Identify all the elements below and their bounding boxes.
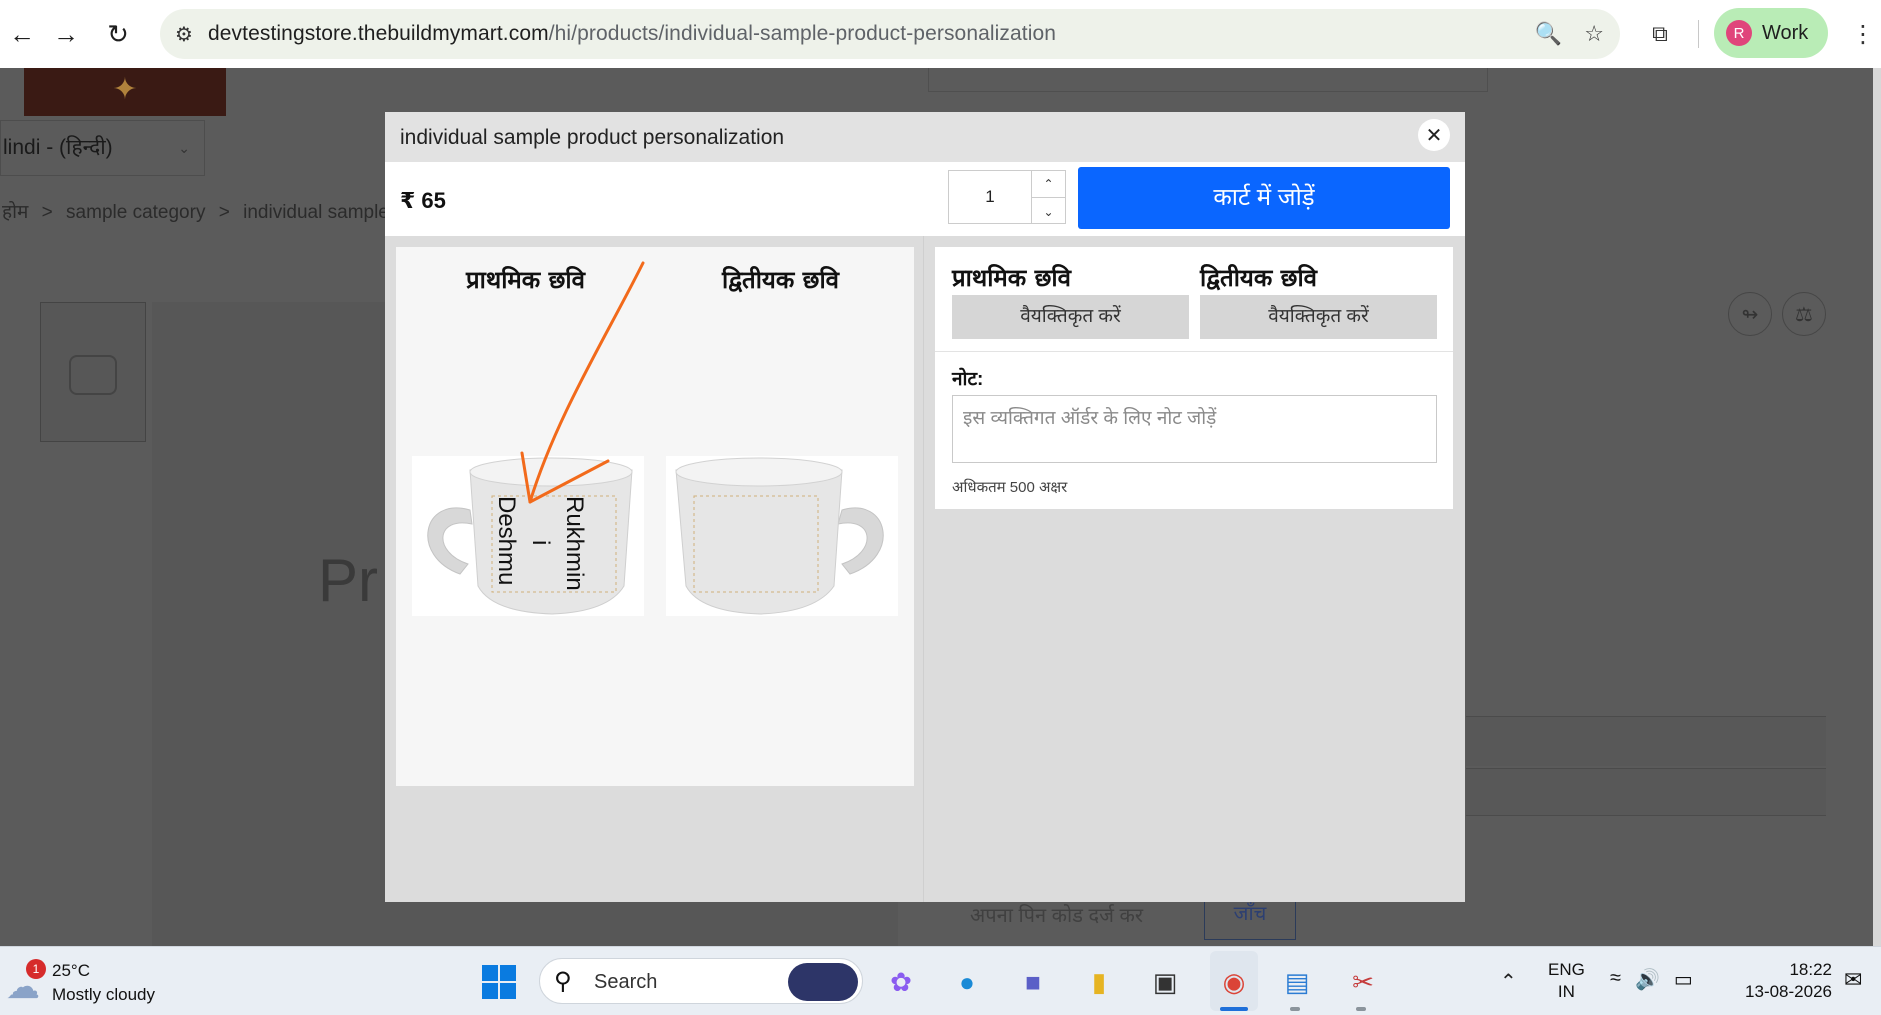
chevron-up-icon[interactable]: ⌃ — [1032, 171, 1065, 198]
breadcrumb-separator: > — [41, 202, 53, 223]
weather-condition: Mostly cloudy — [52, 985, 155, 1004]
chrome-icon[interactable]: ◉ — [1213, 961, 1255, 1003]
background-panel-row — [1466, 768, 1826, 816]
clock-date: 13-08-2026 — [1745, 982, 1832, 1001]
primary-image-heading: प्राथमिक छवि — [952, 264, 1071, 292]
snipping-tool-icon[interactable]: ✂ — [1342, 961, 1384, 1003]
modal-title: individual sample product personalizatio… — [400, 126, 785, 149]
toolbar-divider — [1698, 20, 1699, 48]
notepad-icon[interactable]: ▤ — [1276, 961, 1318, 1003]
share-icon: ↬ — [1728, 292, 1772, 336]
breadcrumb-category: sample category — [66, 202, 206, 223]
background-search-box — [928, 68, 1488, 92]
browser-toolbar: ← → ↻ ⚙ devtestingstore.thebuildmymart.c… — [0, 0, 1881, 68]
preview-pane: प्राथमिक छवि द्वितीयक छवि Rukhmin i Desh… — [396, 247, 914, 786]
personalize-secondary-button[interactable]: वैयक्तिकृत करें — [1200, 295, 1437, 339]
zoom-icon[interactable]: 🔍 — [1535, 21, 1562, 47]
taskbar-search[interactable]: ⚲ Search — [539, 958, 863, 1004]
profile-name: Work — [1762, 21, 1809, 44]
clock-time: 18:22 — [1789, 960, 1832, 979]
chevron-down-icon: ⌄ — [178, 140, 190, 156]
image-placeholder-icon — [69, 355, 117, 395]
form-divider — [935, 351, 1453, 352]
personalization-modal: individual sample product personalizatio… — [385, 112, 1465, 902]
product-thumbnail — [40, 302, 146, 442]
reload-icon[interactable]: ↻ — [96, 12, 140, 56]
url-domain: devtestingstore.thebuildmymart.com — [208, 22, 549, 45]
wifi-icon[interactable]: ≈ — [1610, 967, 1621, 992]
personalization-form: प्राथमिक छवि द्वितीयक छवि वैयक्तिकृत करे… — [935, 247, 1453, 509]
page-scrollbar[interactable] — [1873, 68, 1881, 946]
copilot-icon[interactable]: ✿ — [880, 961, 922, 1003]
store-logo: ✦ — [24, 68, 226, 116]
file-explorer-icon[interactable]: ▮ — [1078, 961, 1120, 1003]
active-indicator — [1220, 1007, 1248, 1011]
personalize-primary-button[interactable]: वैयक्तिकृत करें — [952, 295, 1189, 339]
quantity-stepper[interactable]: ⌃ ⌄ — [1032, 170, 1066, 224]
note-character-limit: अधिकतम 500 अक्षर — [952, 479, 1068, 496]
avatar: R — [1726, 20, 1752, 46]
back-icon[interactable]: ← — [0, 12, 44, 56]
compare-icon: ⚖ — [1782, 292, 1826, 336]
app-cube-icon[interactable]: ▣ — [1144, 961, 1186, 1003]
url-text[interactable]: devtestingstore.thebuildmymart.com/hi/pr… — [208, 22, 1056, 46]
edge-icon[interactable]: ● — [946, 961, 988, 1003]
language-selector-value: lindi - (हिन्दी) — [3, 136, 113, 159]
search-icon: ⚲ — [554, 968, 572, 995]
product-price: ₹ 65 — [400, 188, 446, 213]
close-icon[interactable]: ✕ — [1418, 119, 1450, 151]
notification-badge: 1 — [26, 959, 46, 979]
note-label: नोट: — [952, 369, 984, 390]
language-code: ENG — [1548, 960, 1585, 979]
system-tray[interactable]: ≈ 🔊 ▭ — [1610, 967, 1693, 992]
extensions-icon[interactable]: ⧉ — [1640, 14, 1680, 54]
bookmark-star-icon[interactable]: ☆ — [1584, 21, 1604, 47]
browser-menu-icon[interactable]: ⋮ — [1848, 14, 1878, 54]
weather-widget[interactable]: ☁ 1 25°C Mostly cloudy — [4, 955, 204, 1009]
chevron-up-icon[interactable]: ⌃ — [1500, 969, 1517, 994]
breadcrumb-home: होम — [2, 202, 29, 223]
site-settings-icon[interactable]: ⚙ — [160, 22, 208, 47]
profile-button[interactable]: R Work — [1714, 8, 1828, 58]
battery-icon[interactable]: ▭ — [1674, 967, 1693, 992]
input-language-indicator[interactable]: ENG IN — [1548, 959, 1585, 1003]
breadcrumb: होम > sample category > individual sampl… — [2, 198, 397, 224]
quantity-input[interactable]: 1 — [948, 170, 1032, 224]
teams-icon[interactable]: ■ — [1012, 961, 1054, 1003]
taskbar-search-label: Search — [594, 971, 658, 993]
system-clock[interactable]: 18:22 13-08-2026 — [1736, 959, 1832, 1003]
background-large-text: Pr — [318, 547, 378, 614]
panel-divider — [923, 236, 924, 902]
notifications-icon[interactable]: ✉ — [1844, 967, 1862, 993]
volume-icon[interactable]: 🔊 — [1635, 967, 1660, 992]
language-selector: lindi - (हिन्दी) ⌄ — [0, 120, 205, 176]
search-highlight-icon — [788, 963, 858, 1001]
modal-header: individual sample product personalizatio… — [385, 112, 1465, 162]
breadcrumb-product: individual sample — [243, 202, 389, 223]
windows-taskbar: ☁ 1 25°C Mostly cloudy ⚲ Search ✿ ● ■ ▮ … — [0, 946, 1881, 1015]
breadcrumb-separator: > — [218, 202, 230, 223]
pincode-input: अपना पिन कोड दर्ज कर — [970, 905, 1144, 927]
annotation-arrow-icon — [520, 261, 645, 504]
forward-icon[interactable]: → — [44, 12, 88, 56]
secondary-image-heading: द्वितीयक छवि — [1200, 264, 1318, 292]
chevron-down-icon[interactable]: ⌄ — [1032, 198, 1065, 225]
windows-start-icon[interactable] — [482, 965, 516, 999]
weather-temperature: 25°C — [52, 961, 90, 980]
address-bar[interactable]: ⚙ devtestingstore.thebuildmymart.com/hi/… — [160, 9, 1620, 59]
running-indicator — [1356, 1007, 1366, 1011]
running-indicator — [1290, 1007, 1300, 1011]
region-code: IN — [1557, 982, 1575, 1001]
url-path: /hi/products/individual-sample-product-p… — [548, 22, 1057, 45]
note-textarea[interactable] — [952, 395, 1437, 463]
add-to-cart-button[interactable]: कार्ट में जोड़ें — [1078, 167, 1450, 229]
background-panel-row — [1466, 716, 1826, 766]
